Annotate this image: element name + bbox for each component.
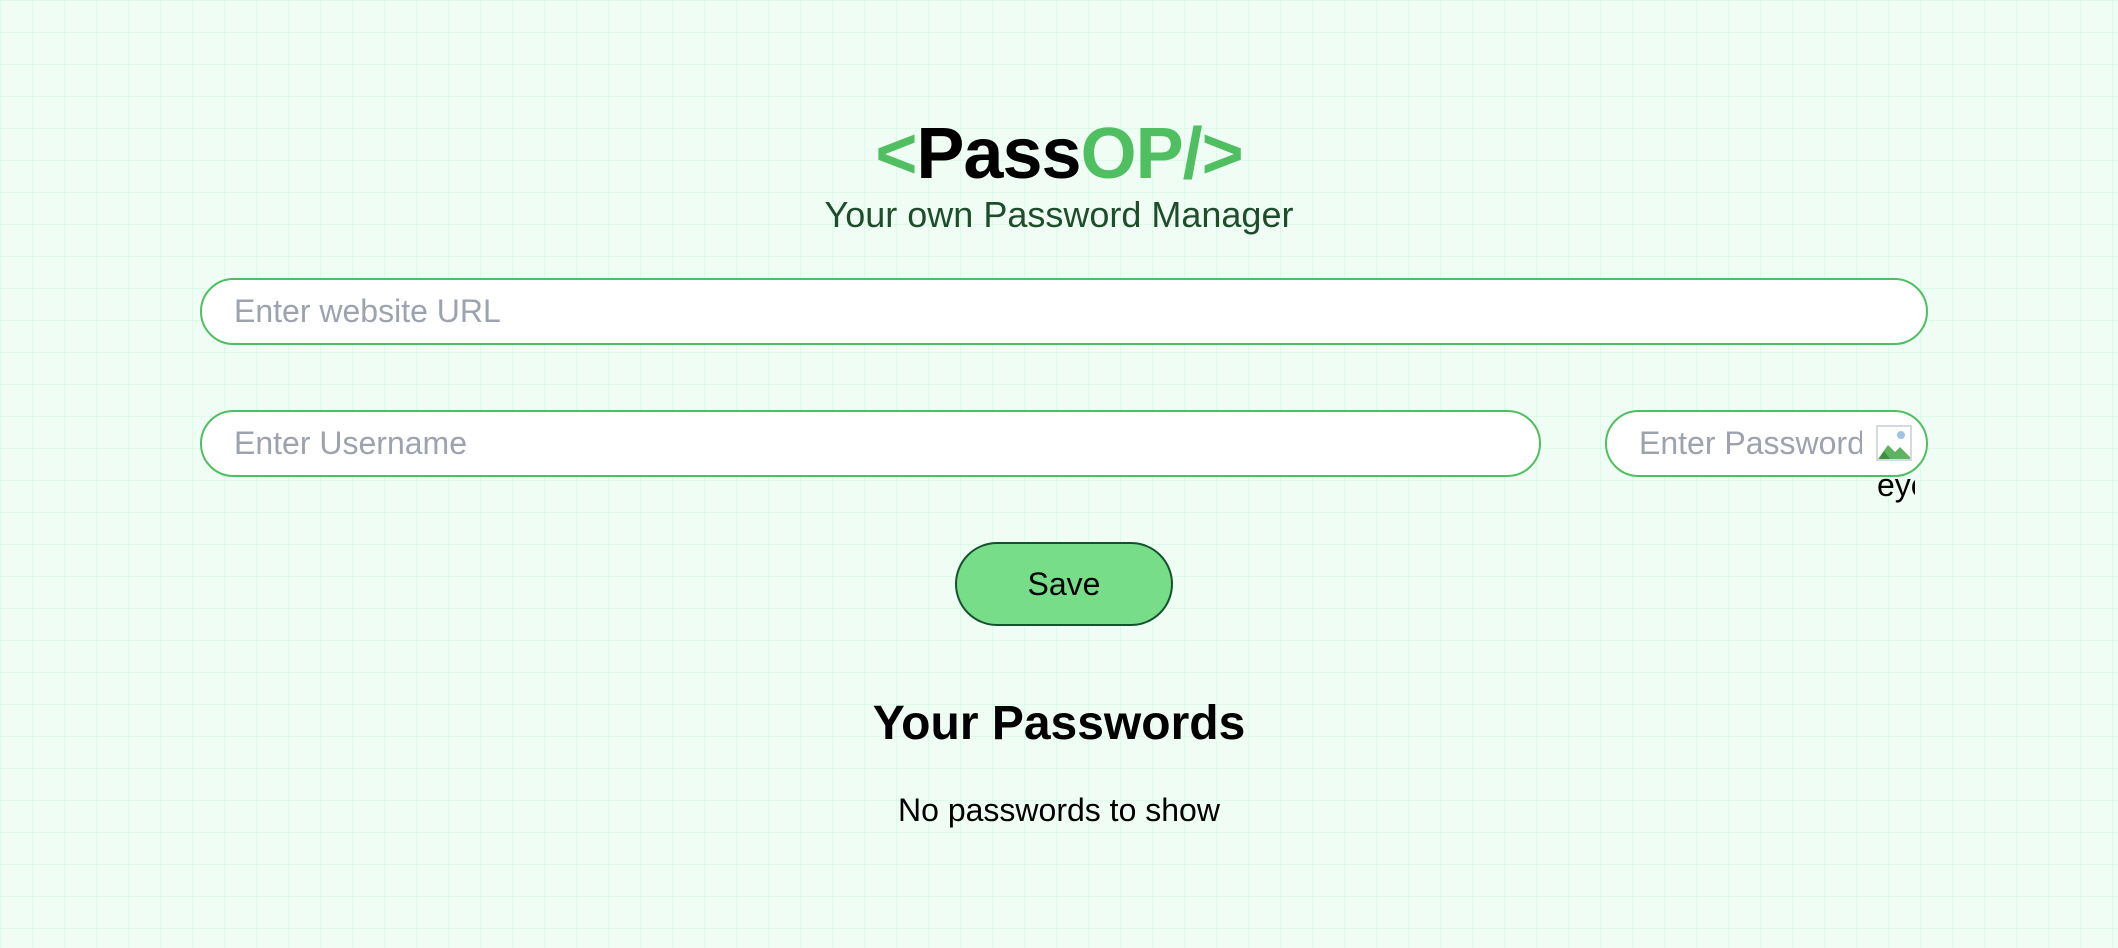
save-button[interactable]: Save [955,542,1173,626]
passwords-empty-message: No passwords to show [898,792,1220,828]
logo-name-main: Pass [916,114,1081,194]
app-tagline: Your own Password Manager [824,194,1294,235]
logo-bracket-open: < [875,114,917,194]
username-input[interactable] [200,410,1541,477]
broken-image-icon [1876,425,1912,461]
passwords-section-title: Your Passwords [872,697,1246,750]
website-url-input[interactable] [200,278,1928,345]
eye-icon-alt-text: eye [1877,467,1915,503]
logo-name-accent: OP/> [1080,114,1244,194]
app-logo: <PassOP/> [0,112,2118,196]
eye-icon[interactable] [1876,425,1912,461]
